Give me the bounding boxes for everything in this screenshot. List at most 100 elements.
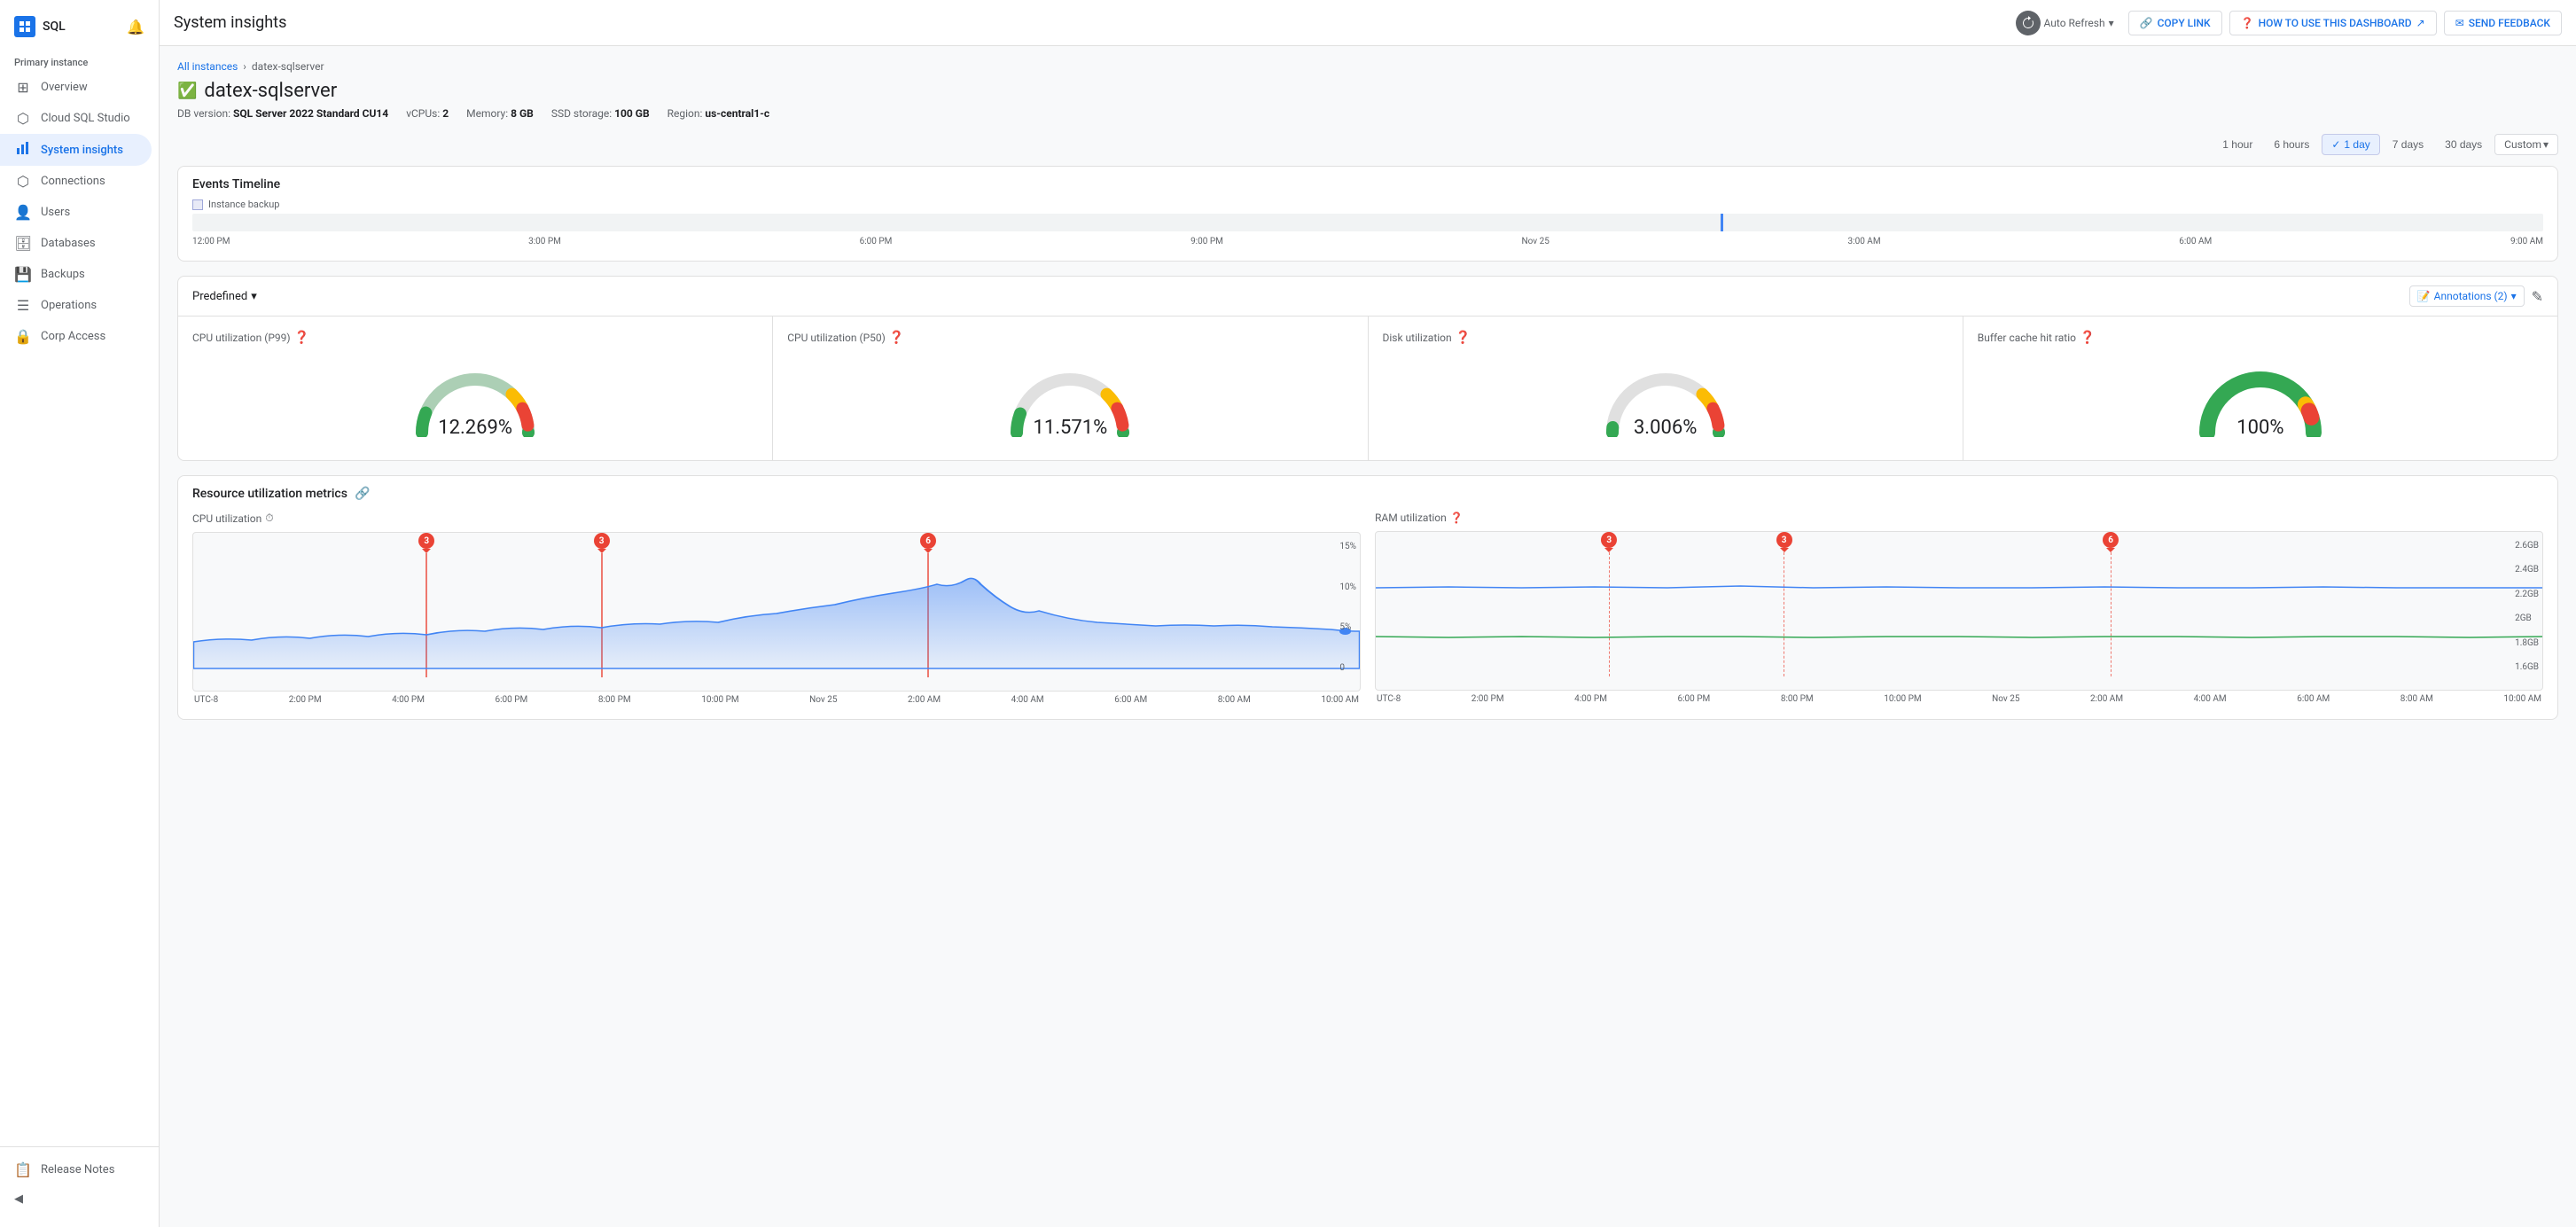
help-icon-buffer[interactable]: ❓: [2080, 331, 2095, 345]
sidebar-item-label: Release Notes: [41, 1163, 114, 1176]
ram-x-8: 4:00 AM: [2194, 694, 2227, 704]
help-icon-cpu-p99[interactable]: ❓: [294, 331, 309, 345]
copy-link-btn[interactable]: 🔗 COPY LINK: [2128, 11, 2222, 35]
annotations-label: Annotations (2): [2434, 290, 2508, 302]
content-area: All instances › datex-sqlserver ✅ datex-…: [160, 46, 2576, 1227]
tick-5: 3:00 AM: [1848, 237, 1881, 246]
gauge-buffer-cache-title: Buffer cache hit ratio ❓: [1978, 331, 2543, 345]
sidebar-item-label: Backups: [41, 268, 85, 281]
gauge-buffer-cache-value: 100%: [2236, 417, 2283, 439]
cpu-y-5: 5%: [1339, 622, 1356, 632]
sidebar-item-label: Connections: [41, 175, 105, 188]
ram-chart-help-icon[interactable]: ❓: [1450, 512, 1464, 524]
status-icon: ✅: [177, 82, 197, 100]
edit-icon[interactable]: ✎: [2532, 288, 2543, 305]
ram-x-0: UTC-8: [1377, 694, 1401, 704]
system-insights-icon: [14, 141, 32, 159]
external-link-icon: ↗: [2416, 17, 2425, 29]
sidebar-item-label: System insights: [41, 144, 123, 157]
instance-name: datex-sqlserver: [204, 80, 337, 102]
sidebar-item-system-insights[interactable]: System insights: [0, 134, 152, 166]
gauges-row: CPU utilization (P99) ❓: [178, 316, 2557, 460]
copy-link-label: COPY LINK: [2158, 17, 2211, 29]
memory: Memory: 8 GB: [466, 107, 534, 120]
ram-x-6: Nov 25: [1992, 694, 2019, 704]
time-btn-1day[interactable]: ✓ 1 day: [2322, 134, 2379, 155]
sidebar-item-corp-access[interactable]: 🔒 Corp Access: [0, 321, 152, 352]
cpu-x-4: 8:00 PM: [598, 695, 631, 705]
ram-y-3: 2GB: [2515, 614, 2539, 623]
how-to-btn[interactable]: ❓ HOW TO USE THIS DASHBOARD ↗: [2229, 11, 2437, 35]
cpu-chart-title-text: CPU utilization: [192, 512, 262, 525]
time-btn-1hour[interactable]: 1 hour: [2213, 135, 2261, 154]
predefined-dropdown-btn[interactable]: Predefined ▾: [192, 290, 257, 303]
predefined-label-text: Predefined: [192, 290, 247, 303]
gauge-cpu-p99-container: 12.269%: [192, 348, 758, 446]
cpu-x-1: 2:00 PM: [289, 695, 322, 705]
ram-chart-title: RAM utilization ❓: [1375, 512, 2543, 524]
sidebar-collapse-btn[interactable]: ◀: [0, 1185, 159, 1213]
cpu-x-6: Nov 25: [809, 695, 837, 705]
cpu-y-0: 0: [1339, 663, 1356, 673]
gauge-buffer-cache-title-text: Buffer cache hit ratio: [1978, 332, 2076, 344]
cpu-x-11: 10:00 AM: [1321, 695, 1359, 705]
help-icon-cpu-p50[interactable]: ❓: [889, 331, 904, 345]
cpu-chart-help-icon[interactable]: ⏱: [265, 512, 273, 525]
sidebar-item-cloud-sql-studio[interactable]: ⬡ Cloud SQL Studio: [0, 103, 152, 134]
cpu-x-labels: UTC-8 2:00 PM 4:00 PM 6:00 PM 8:00 PM 10…: [192, 695, 1361, 705]
sidebar-item-label: Corp Access: [41, 330, 105, 343]
collapse-icon: ◀: [14, 1192, 23, 1206]
annotations-btn[interactable]: 📝 Annotations (2) ▾: [2409, 285, 2525, 307]
time-btn-7days[interactable]: 7 days: [2384, 135, 2432, 154]
gauge-cpu-p50-value: 11.571%: [1034, 417, 1108, 439]
ram-chart-title-text: RAM utilization: [1375, 512, 1447, 524]
sidebar-item-databases[interactable]: 🗄 Databases: [0, 228, 152, 259]
timeline-ticks: 12:00 PM 3:00 PM 6:00 PM 9:00 PM Nov 25 …: [192, 237, 2543, 246]
tick-0: 12:00 PM: [192, 237, 230, 246]
sidebar-item-users[interactable]: 👤 Users: [0, 197, 152, 228]
annotations-icon: 📝: [2417, 290, 2431, 302]
sidebar: SQL 🔔 Primary instance ⊞ Overview ⬡ Clou…: [0, 0, 160, 1227]
send-feedback-btn[interactable]: ✉ SEND FEEDBACK: [2444, 11, 2562, 35]
ram-x-labels: UTC-8 2:00 PM 4:00 PM 6:00 PM 8:00 PM 10…: [1375, 694, 2543, 704]
backups-icon: 💾: [14, 266, 32, 283]
gauge-disk-util-title-text: Disk utilization: [1383, 332, 1452, 344]
resource-link-icon[interactable]: 🔗: [355, 487, 370, 501]
ssd-label: SSD storage:: [551, 107, 612, 120]
memory-label: Memory:: [466, 107, 508, 120]
region: Region: us-central1-c: [667, 107, 770, 120]
timeline-legend: Instance backup: [192, 199, 2543, 210]
gauge-cpu-p50-title: CPU utilization (P50) ❓: [787, 331, 1353, 345]
main-content: System insights Auto Refresh ▾ 🔗 COPY LI…: [160, 0, 2576, 1227]
sidebar-footer: 📋 Release Notes ◀: [0, 1146, 159, 1220]
sidebar-item-release-notes[interactable]: 📋 Release Notes: [0, 1154, 152, 1185]
gauge-disk-util-value: 3.006%: [1634, 417, 1697, 439]
ram-x-5: 10:00 PM: [1884, 694, 1921, 704]
tick-6: 6:00 AM: [2179, 237, 2212, 246]
sidebar-item-operations[interactable]: ☰ Operations: [0, 290, 152, 321]
sidebar-section-label: Primary instance: [0, 50, 159, 72]
overview-icon: ⊞: [14, 79, 32, 96]
sidebar-item-overview[interactable]: ⊞ Overview: [0, 72, 152, 103]
sidebar-item-connections[interactable]: ⬡ Connections: [0, 166, 152, 197]
ssd-value: 100 GB: [614, 107, 649, 120]
time-range-selector: 1 hour 6 hours ✓ 1 day 7 days 30 days Cu…: [177, 134, 2558, 155]
time-btn-6hours[interactable]: 6 hours: [2265, 135, 2318, 154]
cpu-x-8: 4:00 AM: [1011, 695, 1044, 705]
ssd-storage: SSD storage: 100 GB: [551, 107, 650, 120]
resource-utilization-card: Resource utilization metrics 🔗 CPU utili…: [177, 475, 2558, 720]
help-icon-disk[interactable]: ❓: [1456, 331, 1471, 345]
ram-y-1: 2.4GB: [2515, 565, 2539, 574]
topbar: System insights Auto Refresh ▾ 🔗 COPY LI…: [160, 0, 2576, 46]
notifications-icon[interactable]: 🔔: [127, 19, 144, 35]
logo-icon: [14, 16, 35, 37]
time-btn-30days[interactable]: 30 days: [2436, 135, 2491, 154]
operations-icon: ☰: [14, 297, 32, 314]
gauge-cpu-p50-container: 11.571%: [787, 348, 1353, 446]
tick-4: Nov 25: [1522, 237, 1550, 246]
sidebar-item-backups[interactable]: 💾 Backups: [0, 259, 152, 290]
timeline-marker: [1721, 214, 1723, 231]
auto-refresh-btn[interactable]: Auto Refresh ▾: [2009, 7, 2121, 39]
time-btn-custom[interactable]: Custom ▾: [2494, 134, 2558, 155]
breadcrumb-all-instances[interactable]: All instances: [177, 60, 238, 73]
